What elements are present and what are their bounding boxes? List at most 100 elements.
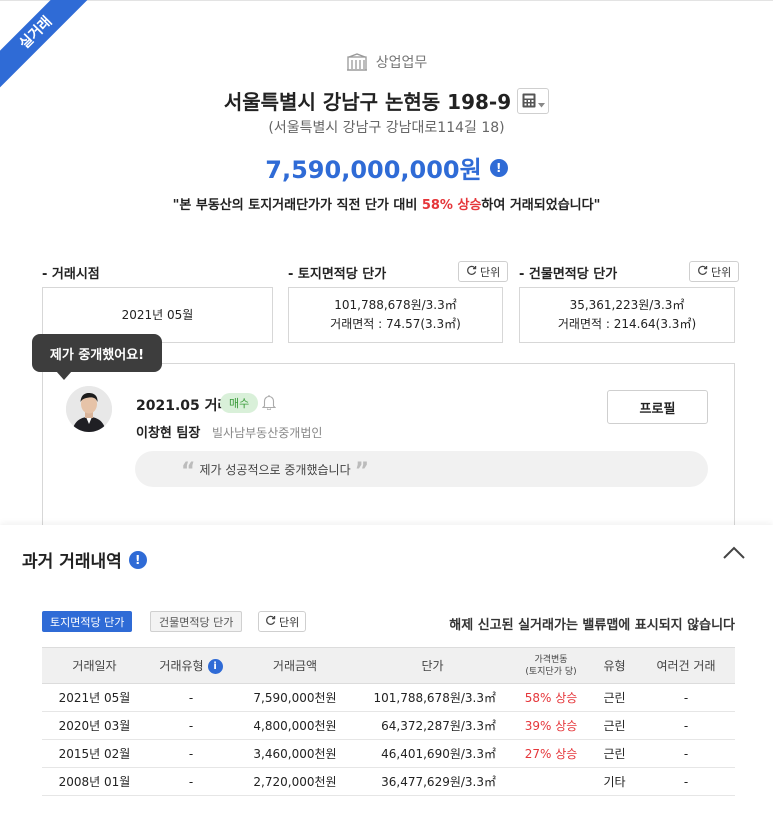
table-row[interactable]: 2008년 01월 - 2,720,000천원 36,477,629원/3.3㎡…	[42, 767, 735, 796]
row-type: -	[147, 711, 235, 740]
corner-badge-label: 실거래	[0, 0, 90, 90]
open-quote-icon: “	[181, 458, 196, 484]
row-change: 27% 상승	[510, 739, 592, 768]
tab-land-unit-price[interactable]: 토지면적당 단가	[42, 611, 133, 632]
tab-building-unit-price[interactable]: 건물면적당 단가	[150, 611, 243, 632]
cancelled-deal-hint: 해제 신고된 실거래가는 밸류맵에 표시되지 않습니다	[449, 618, 735, 633]
row-amount: 4,800,000천원	[235, 711, 355, 740]
price-change-notice: "본 부동산의 토지거래단가가 직전 단가 대비 58% 상승하여 거래되었습니…	[0, 194, 773, 213]
category-label: 상업업무	[375, 55, 428, 71]
table-row[interactable]: 2015년 02월 - 3,460,000천원 46,401,690원/3.3㎡…	[42, 739, 735, 768]
row-multi: -	[637, 767, 735, 796]
deal-price-row: 7,590,000,000원 !	[0, 150, 773, 185]
close-quote-icon: ”	[354, 458, 370, 484]
col-kind: 유형	[592, 647, 637, 684]
address-row: 서울특별시 강남구 논현동 198-9	[0, 86, 773, 115]
refresh-icon	[697, 265, 708, 279]
building-area-value: 거래면적 : 214.64(3.3㎡)	[557, 317, 697, 331]
row-date: 2021년 05월	[42, 683, 147, 712]
agent-deal-date: 2021.05 거래	[136, 398, 231, 414]
land-unit-price-label: - 토지면적당 단가	[288, 267, 387, 282]
row-multi: -	[637, 739, 735, 768]
history-unit-toggle-button[interactable]: 단위	[258, 611, 307, 632]
row-kind: 근린	[592, 683, 637, 712]
deal-date-label: - 거래시점	[42, 267, 100, 282]
deal-side-badge: 매수	[220, 393, 259, 413]
agency-name: 빌사남부동산중개법인	[212, 426, 323, 440]
col-change-line2: (토지단가 당)	[525, 666, 577, 677]
agent-name: 이창현 팀장	[136, 426, 201, 441]
info-icon[interactable]: !	[128, 550, 147, 569]
row-kind: 근린	[592, 711, 637, 740]
bell-icon[interactable]	[261, 394, 277, 414]
deal-date-value: 2021년 05월	[121, 307, 194, 322]
row-unit-price: 101,788,678원/3.3㎡	[355, 683, 510, 712]
col-type: 거래유형 i	[147, 647, 235, 684]
agent-comment-text: 제가 성공적으로 중개했습니다	[199, 462, 351, 477]
row-date: 2015년 02월	[42, 739, 147, 768]
building-unit-toggle-button[interactable]: 단위	[689, 261, 740, 282]
row-type: -	[147, 767, 235, 796]
row-kind: 기타	[592, 767, 637, 796]
info-icon[interactable]: i	[207, 659, 223, 674]
table-row[interactable]: 2020년 03월 - 4,800,000천원 64,372,287원/3.3㎡…	[42, 711, 735, 740]
row-type: -	[147, 739, 235, 768]
row-change: 39% 상승	[510, 711, 592, 740]
info-icon[interactable]: !	[489, 158, 508, 177]
col-date: 거래일자	[42, 647, 147, 684]
history-table: 거래일자 거래유형 i 거래금액 단가 가격변동 (토지단가 당) 유형 여러건 거…	[42, 647, 735, 796]
top-border	[0, 0, 773, 4]
unit-label: 단위	[279, 615, 300, 629]
deal-price: 7,590,000,000원	[265, 156, 482, 184]
real-deal-corner-badge: 실거래	[0, 0, 90, 90]
table-row[interactable]: 2021년 05월 - 7,590,000천원 101,788,678원/3.3…	[42, 683, 735, 712]
history-title: 과거 거래내역	[22, 552, 122, 572]
row-multi: -	[637, 683, 735, 712]
address-title: 서울특별시 강남구 논현동 198-9	[223, 90, 512, 114]
profile-button[interactable]: 프로필	[607, 390, 708, 424]
building-unit-price-value: 35,361,223원/3.3㎡	[569, 298, 685, 312]
col-type-label: 거래유형	[159, 659, 204, 673]
row-change	[510, 767, 592, 796]
row-type: -	[147, 683, 235, 712]
land-unit-price-box: 101,788,678원/3.3㎡ 거래면적 : 74.57(3.3㎡)	[288, 287, 503, 343]
row-change: 58% 상승	[510, 683, 592, 712]
row-date: 2008년 01월	[42, 767, 147, 796]
road-address: (서울특별시 강남구 강남대로114길 18)	[268, 120, 505, 136]
row-unit-price: 64,372,287원/3.3㎡	[355, 711, 510, 740]
chevron-down-icon	[537, 89, 545, 113]
col-price-change: 가격변동 (토지단가 당)	[510, 647, 592, 684]
row-kind: 근린	[592, 739, 637, 768]
row-multi: -	[637, 711, 735, 740]
notice-prefix: "본 부동산의 토지거래단가가 직전 단가 대비	[172, 198, 418, 213]
refresh-icon	[265, 615, 276, 629]
row-amount: 3,460,000천원	[235, 739, 355, 768]
land-unit-toggle-button[interactable]: 단위	[458, 261, 509, 282]
agent-tooltip: 제가 중개했어요!	[32, 334, 162, 380]
category-header: 상업업무	[0, 52, 773, 72]
calculator-button[interactable]	[517, 87, 550, 114]
row-date: 2020년 03월	[42, 711, 147, 740]
col-amount: 거래금액	[235, 647, 355, 684]
history-title-row: 과거 거래내역 !	[22, 547, 147, 572]
building-icon	[346, 53, 368, 71]
avatar[interactable]	[66, 386, 112, 432]
land-area-value: 거래면적 : 74.57(3.3㎡)	[330, 317, 461, 331]
row-amount: 7,590,000천원	[235, 683, 355, 712]
col-change-line1: 가격변동	[534, 654, 568, 665]
unit-label: 단위	[480, 265, 501, 279]
building-unit-price-label: - 건물면적당 단가	[519, 267, 618, 282]
col-unit-price: 단가	[355, 647, 510, 684]
row-amount: 2,720,000천원	[235, 767, 355, 796]
refresh-icon	[466, 265, 477, 279]
col-multi: 여러건 거래	[637, 647, 735, 684]
agent-comment: “ 제가 성공적으로 중개했습니다 ”	[135, 451, 708, 487]
row-unit-price: 36,477,629원/3.3㎡	[355, 767, 510, 796]
notice-highlight: 58% 상승	[421, 198, 482, 213]
table-header-row: 거래일자 거래유형 i 거래금액 단가 가격변동 (토지단가 당) 유형 여러건 거…	[42, 647, 735, 684]
collapse-chevron-icon[interactable]	[722, 545, 746, 565]
row-unit-price: 46,401,690원/3.3㎡	[355, 739, 510, 768]
notice-suffix: 하여 거래되었습니다"	[481, 198, 601, 213]
calculator-icon	[522, 89, 536, 113]
building-unit-price-box: 35,361,223원/3.3㎡ 거래면적 : 214.64(3.3㎡)	[519, 287, 735, 343]
